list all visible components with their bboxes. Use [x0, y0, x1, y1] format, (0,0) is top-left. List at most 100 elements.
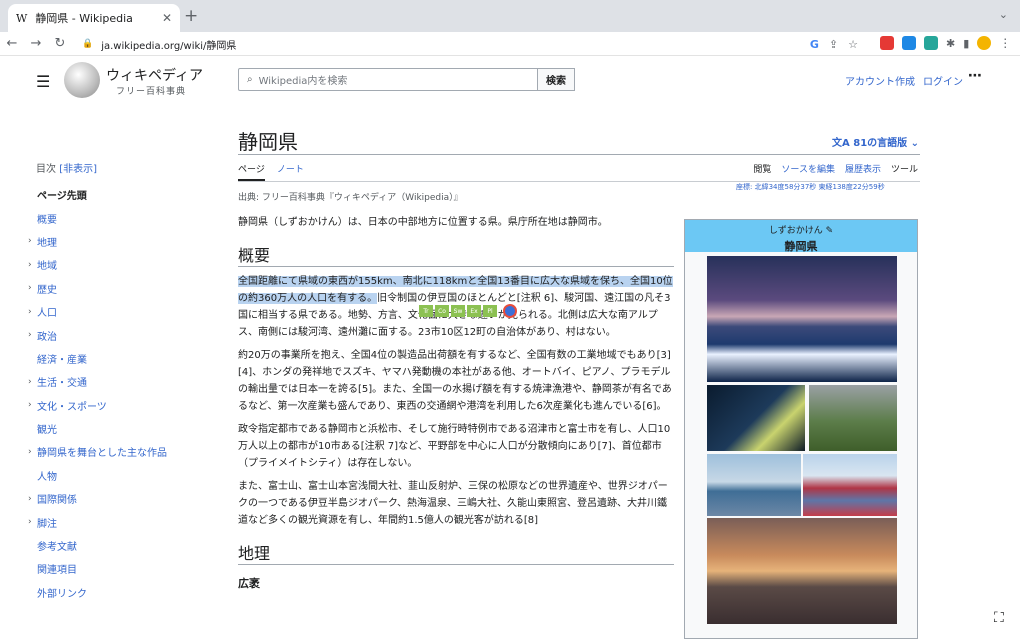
mount-fuji-photo[interactable] [707, 256, 897, 382]
infobox-title: 静岡県 [784, 240, 818, 253]
extension-red-icon[interactable] [880, 36, 894, 50]
toolbar-btn-sw[interactable]: Sw [451, 305, 465, 317]
toc-item-label: 文化・スポーツ [37, 401, 107, 413]
tab-history[interactable]: 履歴表示 [845, 162, 881, 175]
chevron-right-icon[interactable]: › [28, 400, 37, 410]
coast-photo[interactable] [707, 454, 801, 516]
more-options-icon[interactable]: ⋯ [968, 68, 982, 84]
chevron-right-icon[interactable]: › [28, 447, 37, 457]
forward-icon[interactable]: → [24, 36, 48, 51]
paragraph-4: また、富士山、富士山本宮浅間大社、韮山反射炉、三保の松原などの世界遺産や、世界ジ… [238, 481, 668, 526]
chevron-right-icon[interactable]: › [28, 283, 37, 293]
toc-item[interactable]: › 生活・交通 [28, 370, 208, 393]
chevron-right-icon[interactable]: › [28, 330, 37, 340]
toc-item-label: 概要 [37, 214, 57, 226]
toc-item[interactable]: 経済・産業 [28, 347, 208, 370]
article-body: 静岡県（しずおかけん）は、日本の中部地方に位置する県。県庁所在地は静岡市。 概要… [238, 214, 674, 592]
toolbar-btn-pl[interactable]: Pl [483, 305, 497, 317]
toc-item[interactable]: 外部リンク [28, 581, 208, 604]
chevron-right-icon[interactable]: › [28, 307, 37, 317]
extensions-puzzle-icon[interactable]: ✱ [946, 37, 955, 50]
toolbar-btn-tr[interactable]: Tr [419, 305, 433, 317]
main-menu-icon[interactable]: ☰ [36, 72, 50, 91]
tab-edit-source[interactable]: ソースを編集 [781, 162, 835, 175]
toc-item[interactable]: › 地域 [28, 253, 208, 276]
tab-page[interactable]: ページ [238, 162, 265, 181]
wiki-header: ☰ ウィキペディア フリー百科事典 ⌕ Wikipedia内を検索 検索 アカウ… [0, 56, 1020, 106]
login-link[interactable]: ログイン [923, 73, 963, 88]
close-tab-icon[interactable]: ✕ [162, 11, 172, 25]
site-name[interactable]: ウィキペディア [106, 65, 203, 85]
search-button[interactable]: 検索 [537, 68, 575, 91]
new-tab-icon[interactable]: + [184, 6, 198, 26]
edit-pencil-icon[interactable]: ✎ [826, 226, 834, 236]
search-icon: ⌕ [247, 74, 253, 85]
toc-item-label: 参考文献 [37, 542, 77, 554]
back-icon[interactable]: ← [0, 36, 24, 51]
toc-item[interactable]: 観光 [28, 417, 208, 440]
toc-item[interactable]: 概要 [28, 206, 208, 229]
browser-toolbar: ← → ↻ 🔒 ja.wikipedia.org/wiki/静岡県 G ⇪ ☆ … [0, 32, 1020, 56]
coordinates[interactable]: 座標: 北緯34度58分37秒 東経138度22分59秒 [736, 182, 885, 192]
tab-search-chevron-icon[interactable]: ⌄ [999, 8, 1008, 21]
reload-icon[interactable]: ↻ [48, 36, 72, 51]
tab-read[interactable]: 閲覧 [753, 162, 771, 175]
festival-photo[interactable] [803, 454, 897, 516]
browser-tab[interactable]: W 静岡県 - Wikipedia ✕ [8, 4, 180, 32]
tab-title: 静岡県 - Wikipedia [35, 12, 133, 25]
create-account-link[interactable]: アカウント作成 [845, 73, 915, 88]
language-selector[interactable]: 文A 81の言語版 ⌄ [832, 134, 919, 149]
google-icon[interactable]: G [810, 38, 819, 51]
toc-item[interactable]: 関連項目 [28, 557, 208, 580]
toc-item-label: 外部リンク [37, 588, 87, 600]
extension-bubble-icon[interactable] [503, 304, 517, 318]
chevron-right-icon[interactable]: › [28, 517, 37, 527]
toc-item[interactable]: › 静岡県を舞台とした主な作品 [28, 440, 208, 463]
toolbar-btn-ex[interactable]: Ex [467, 305, 481, 317]
extension-blue-icon[interactable] [902, 36, 916, 50]
bookmark-star-icon[interactable]: ☆ [848, 38, 858, 51]
share-icon[interactable]: ⇪ [829, 38, 838, 51]
tab-tools[interactable]: ツール [891, 162, 918, 175]
toc-item[interactable]: › 脚注 [28, 510, 208, 533]
profile-avatar[interactable] [977, 36, 992, 50]
url-text: ja.wikipedia.org/wiki/静岡県 [101, 40, 237, 52]
intro-paragraph: 静岡県（しずおかけん）は、日本の中部地方に位置する県。県庁所在地は静岡市。 [238, 217, 608, 228]
subsection-heading: 広袤 [238, 577, 260, 590]
wikipedia-logo[interactable] [64, 62, 100, 98]
toc-item[interactable]: › 人口 [28, 300, 208, 323]
toc-item[interactable]: › 国際関係 [28, 487, 208, 510]
search-placeholder: Wikipedia内を検索 [258, 76, 348, 87]
section-heading-overview: 概要 [238, 247, 674, 267]
extension-teal-icon[interactable] [924, 36, 938, 50]
address-bar[interactable]: 🔒 ja.wikipedia.org/wiki/静岡県 G ⇪ ☆ [74, 34, 864, 54]
toc-item[interactable]: 参考文献 [28, 534, 208, 557]
toc-item[interactable]: › 文化・スポーツ [28, 394, 208, 417]
toc-item-label: 地域 [37, 261, 57, 273]
fullscreen-icon[interactable]: ⛶ [994, 610, 1004, 626]
browser-menu-icon[interactable]: ⋮ [999, 36, 1011, 50]
chevron-right-icon[interactable]: › [28, 260, 37, 270]
tab-talk[interactable]: ノート [277, 162, 304, 181]
city-night-photo[interactable] [707, 385, 805, 451]
search-input[interactable]: ⌕ Wikipedia内を検索 [238, 68, 538, 91]
toc-title: 目次 [36, 164, 56, 175]
toc-item[interactable]: 人物 [28, 464, 208, 487]
toc-item[interactable]: › 政治 [28, 323, 208, 346]
toc-item-label: 歴史 [37, 284, 57, 296]
toc-item[interactable]: › 地理 [28, 230, 208, 253]
toc-item[interactable]: › 歴史 [28, 277, 208, 300]
toc-hide-link[interactable]: [非表示] [59, 164, 97, 175]
toolbar-btn-co[interactable]: Co [435, 305, 449, 317]
page-tabs: ページ ノート 閲覧 ソースを編集 履歴表示 ツール [238, 162, 920, 182]
chevron-right-icon[interactable]: › [28, 236, 37, 246]
chevron-right-icon[interactable]: › [28, 494, 37, 504]
tab-strip: W 静岡県 - Wikipedia ✕ + ⌄ [0, 0, 1020, 32]
from-line: 出典: フリー百科事典『ウィキペディア（Wikipedia）』 [238, 193, 463, 203]
chevron-right-icon[interactable]: › [28, 377, 37, 387]
side-panel-icon[interactable]: ▮ [963, 37, 969, 50]
toc-item[interactable]: ページ先頭 [28, 183, 208, 206]
toc-item-label: 生活・交通 [37, 378, 87, 390]
sunset-bridge-photo[interactable] [707, 518, 897, 624]
steam-train-photo[interactable] [809, 385, 897, 451]
